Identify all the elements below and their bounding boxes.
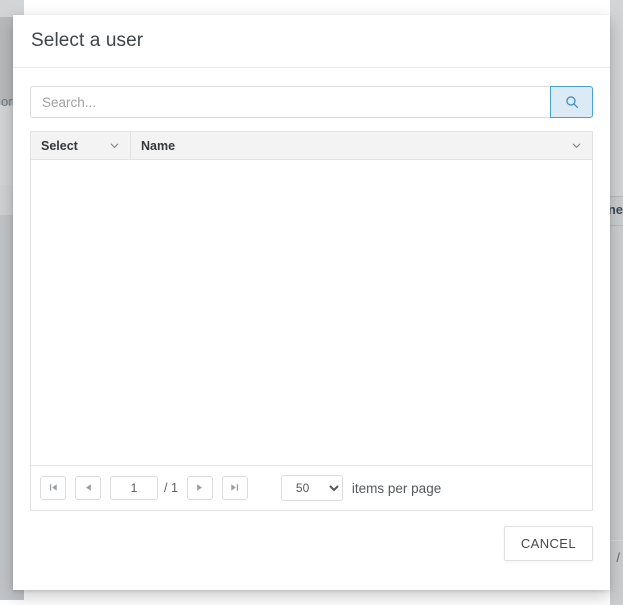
last-page-icon xyxy=(229,481,240,496)
grid-body-empty xyxy=(31,160,592,465)
column-header-select[interactable]: Select xyxy=(31,132,131,159)
chevron-down-icon[interactable] xyxy=(109,140,120,151)
next-page-icon xyxy=(194,481,205,496)
search-row xyxy=(30,86,593,118)
select-user-modal: Select a user Select xyxy=(13,15,610,590)
search-button[interactable] xyxy=(550,86,593,118)
first-page-icon xyxy=(48,481,59,496)
modal-header: Select a user xyxy=(13,15,610,68)
next-page-button[interactable] xyxy=(187,476,213,500)
previous-page-button[interactable] xyxy=(75,476,101,500)
items-per-page-label: items per page xyxy=(352,481,441,496)
page-title: Select a user xyxy=(31,30,143,52)
users-grid: Select Name xyxy=(30,131,593,511)
total-pages-label: / 1 xyxy=(164,481,178,495)
grid-header-row: Select Name xyxy=(31,132,592,160)
pager-controls: / 1 xyxy=(40,475,441,501)
backdrop-divider xyxy=(610,225,623,226)
backdrop-left-text: or xyxy=(1,94,13,109)
column-header-name[interactable]: Name xyxy=(131,132,592,159)
page-number-input[interactable] xyxy=(110,476,158,500)
first-page-button[interactable] xyxy=(40,476,66,500)
modal-footer: CANCEL xyxy=(13,514,610,590)
search-input[interactable] xyxy=(30,86,551,118)
backdrop-right-text: ne xyxy=(608,202,623,217)
backdrop-slash-text: / xyxy=(616,550,620,565)
last-page-button[interactable] xyxy=(222,476,248,500)
chevron-down-icon[interactable] xyxy=(571,140,582,151)
search-icon xyxy=(565,95,579,109)
previous-page-icon xyxy=(83,481,94,496)
column-header-name-label: Name xyxy=(141,139,571,153)
column-header-select-label: Select xyxy=(41,139,109,153)
backdrop-right-outer xyxy=(610,0,623,196)
page-size-select[interactable]: 50 xyxy=(281,475,343,501)
cancel-button[interactable]: CANCEL xyxy=(504,526,593,561)
grid-pager: / 1 xyxy=(31,465,592,510)
modal-body: Select Name xyxy=(13,68,610,511)
backdrop-divider xyxy=(610,196,623,197)
